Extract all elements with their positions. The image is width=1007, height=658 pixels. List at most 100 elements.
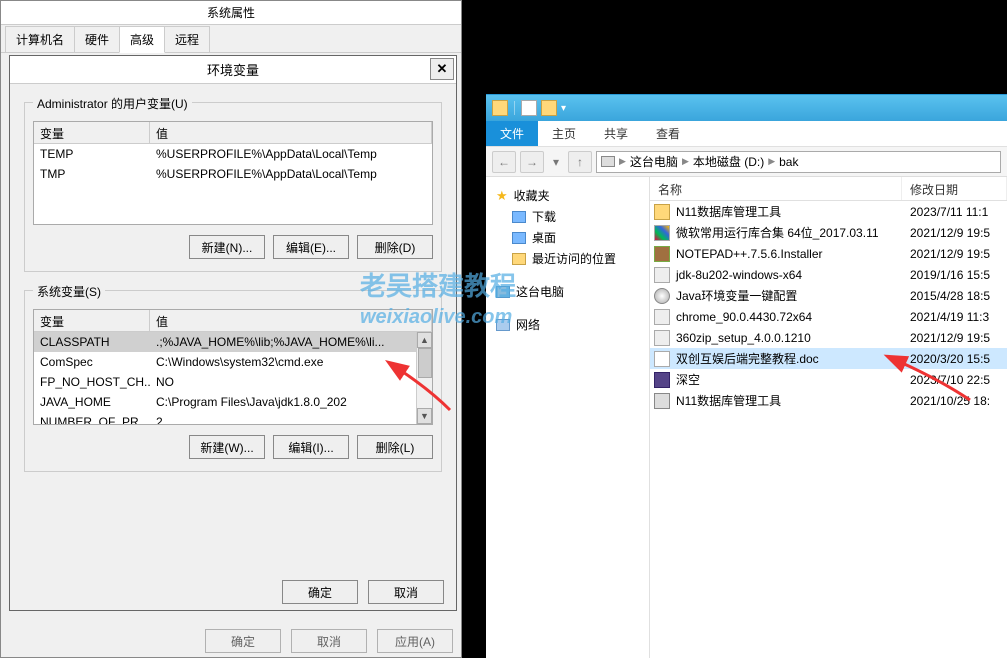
menu-view[interactable]: 查看 [642,121,694,146]
delete-sys-var-button[interactable]: 删除(L) [357,435,433,459]
table-header: 变量 值 [34,310,432,332]
file-name: chrome_90.0.4430.72x64 [676,310,812,324]
tab-hardware[interactable]: 硬件 [74,26,120,52]
file-list[interactable]: 名称 修改日期 N11数据库管理工具2023/7/11 11:1微软常用运行库合… [650,177,1007,658]
forward-button[interactable]: → [520,151,544,173]
back-button[interactable]: ← [492,151,516,173]
nav-recent[interactable]: 最近访问的位置 [490,248,645,269]
file-date: 2023/7/11 11:1 [906,205,1007,219]
scroll-thumb[interactable] [418,348,432,378]
new-user-var-button[interactable]: 新建(N)... [189,235,265,259]
folder-icon[interactable] [541,100,557,116]
col-variable[interactable]: 变量 [34,310,150,331]
tab-advanced[interactable]: 高级 [119,26,165,53]
file-icon [654,267,670,283]
nav-desktop[interactable]: 桌面 [490,227,645,248]
file-icon [654,204,670,220]
col-value[interactable]: 值 [150,310,432,331]
file-name: 深空 [676,371,700,388]
var-name: CLASSPATH [34,334,150,350]
chevron-down-icon[interactable]: ▾ [548,151,564,173]
cancel-button[interactable]: 取消 [368,580,444,604]
list-item[interactable]: Java环境变量一键配置2015/4/28 18:5 [650,285,1007,306]
scroll-down-icon[interactable]: ▼ [417,408,432,424]
var-value: C:\Windows\system32\cmd.exe [150,354,432,370]
star-icon: ★ [496,188,508,204]
list-item[interactable]: chrome_90.0.4430.72x642021/4/19 11:3 [650,306,1007,327]
sysprop-title: 系统属性 [1,1,461,25]
list-item[interactable]: NOTEPAD++.7.5.6.Installer2021/12/9 19:5 [650,243,1007,264]
list-item[interactable]: N11数据库管理工具2021/10/25 18: [650,390,1007,411]
tab-computer-name[interactable]: 计算机名 [5,26,75,52]
env-dialog-title: 环境变量 [207,60,259,79]
tab-remote[interactable]: 远程 [164,26,210,52]
table-row[interactable]: JAVA_HOMEC:\Program Files\Java\jdk1.8.0_… [34,392,432,412]
system-vars-table[interactable]: 变量 值 CLASSPATH.;%JAVA_HOME%\lib;%JAVA_HO… [33,309,433,425]
nav-this-pc[interactable]: 这台电脑 [490,281,645,302]
env-dialog: 环境变量 ✕ Administrator 的用户变量(U) 变量 值 TEMP%… [9,55,457,611]
list-item[interactable]: 360zip_setup_4.0.0.12102021/12/9 19:5 [650,327,1007,348]
var-name: FP_NO_HOST_CH... [34,374,150,390]
col-date[interactable]: 修改日期 [902,177,1007,200]
table-row[interactable]: ComSpecC:\Windows\system32\cmd.exe [34,352,432,372]
folder-icon [492,100,508,116]
delete-user-var-button[interactable]: 删除(D) [357,235,433,259]
var-name: TEMP [34,146,150,162]
user-vars-table[interactable]: 变量 值 TEMP%USERPROFILE%\AppData\Local\Tem… [33,121,433,225]
explorer-titlebar[interactable]: ▾ [486,95,1007,121]
scrollbar[interactable]: ▲ ▼ [416,332,432,424]
table-row[interactable]: CLASSPATH.;%JAVA_HOME%\lib;%JAVA_HOME%\l… [34,332,432,352]
scroll-up-icon[interactable]: ▲ [417,332,432,348]
nav-network[interactable]: 网络 [490,314,645,335]
nav-downloads[interactable]: 下载 [490,206,645,227]
cancel-button[interactable]: 取消 [291,629,367,653]
edit-sys-var-button[interactable]: 编辑(I)... [273,435,349,459]
edit-user-var-button[interactable]: 编辑(E)... [273,235,349,259]
file-name: 双创互娱后端完整教程.doc [676,350,819,367]
ok-button[interactable]: 确定 [282,580,358,604]
list-item[interactable]: 双创互娱后端完整教程.doc2020/3/20 15:5 [650,348,1007,369]
breadcrumb-part[interactable]: 本地磁盘 (D:) [693,153,764,170]
close-button[interactable]: ✕ [430,58,454,80]
menu-file[interactable]: 文件 [486,121,538,146]
user-vars-buttons: 新建(N)... 编辑(E)... 删除(D) [25,229,441,271]
var-value: NO [150,374,432,390]
file-icon [654,372,670,388]
table-row[interactable]: TEMP%USERPROFILE%\AppData\Local\Temp [34,144,432,164]
properties-icon[interactable] [521,100,537,116]
apply-button[interactable]: 应用(A) [377,629,453,653]
address-input[interactable]: ▶ 这台电脑 ▶ 本地磁盘 (D:) ▶ bak [596,151,1001,173]
list-header: 名称 修改日期 [650,177,1007,201]
ok-button[interactable]: 确定 [205,629,281,653]
up-button[interactable]: ↑ [568,151,592,173]
table-row[interactable]: NUMBER_OF_PR...2 [34,412,432,425]
var-name: NUMBER_OF_PR... [34,414,150,425]
system-vars-label: 系统变量(S) [33,283,105,300]
list-item[interactable]: 微软常用运行库合集 64位_2017.03.112021/12/9 19:5 [650,222,1007,243]
nav-pane[interactable]: ★收藏夹 下载 桌面 最近访问的位置 这台电脑 网络 [486,177,650,658]
new-sys-var-button[interactable]: 新建(W)... [189,435,265,459]
breadcrumb-part[interactable]: 这台电脑 [630,153,678,170]
download-icon [512,211,526,223]
nav-favorites[interactable]: ★收藏夹 [490,185,645,206]
table-row[interactable]: TMP%USERPROFILE%\AppData\Local\Temp [34,164,432,184]
col-value[interactable]: 值 [150,122,432,143]
list-item[interactable]: N11数据库管理工具2023/7/11 11:1 [650,201,1007,222]
file-icon [654,351,670,367]
system-vars-buttons: 新建(W)... 编辑(I)... 删除(L) [25,429,441,471]
list-item[interactable]: 深空2023/7/10 22:5 [650,369,1007,390]
var-value: C:\Program Files\Java\jdk1.8.0_202 [150,394,432,410]
menu-share[interactable]: 共享 [590,121,642,146]
col-name[interactable]: 名称 [650,177,902,200]
breadcrumb-part[interactable]: bak [779,155,798,169]
col-variable[interactable]: 变量 [34,122,150,143]
chevron-right-icon: ▶ [619,156,626,167]
system-properties-window: 系统属性 计算机名 硬件 高级 远程 环境变量 ✕ Administrator … [0,0,462,658]
recent-icon [512,253,526,265]
menu-home[interactable]: 主页 [538,121,590,146]
table-row[interactable]: FP_NO_HOST_CH...NO [34,372,432,392]
chevron-down-icon[interactable]: ▾ [561,103,566,114]
chevron-right-icon: ▶ [682,156,689,167]
list-item[interactable]: jdk-8u202-windows-x642019/1/16 15:5 [650,264,1007,285]
file-icon [654,330,670,346]
